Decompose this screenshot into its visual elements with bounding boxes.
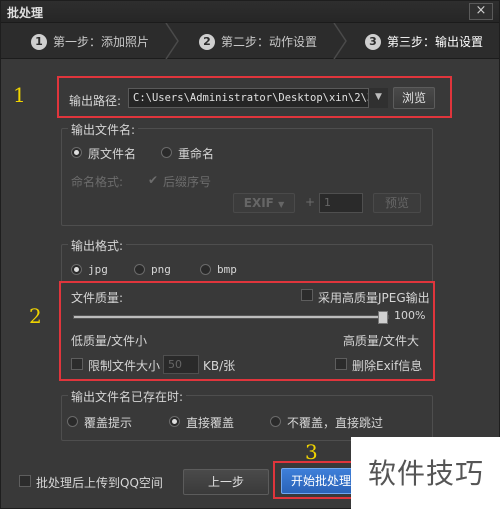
exif-label: EXIF — [243, 196, 274, 210]
low-quality-label: 低质量/文件小 — [71, 334, 148, 348]
bmp-label: bmp — [217, 263, 237, 276]
upload-qzone-label: 批处理后上传到QQ空间 — [36, 476, 163, 490]
chevron-down-icon: ▼ — [278, 200, 285, 209]
quality-slider-thumb[interactable] — [378, 311, 388, 324]
prompt-radio[interactable] — [67, 416, 78, 427]
annotation-2: 2 — [29, 304, 42, 328]
batch-dialog: 批处理 × 1 第一步：添加照片 2 第二步：动作设置 3 第三步：输出设置 1 输出… — [0, 0, 500, 509]
png-radio[interactable] — [134, 264, 145, 275]
previous-step-button[interactable]: 上一步 — [183, 469, 269, 495]
overwrite-label: 直接覆盖 — [186, 416, 235, 430]
hq-jpeg-checkbox[interactable] — [301, 289, 313, 301]
step-1[interactable]: 1 第一步：添加照片 — [31, 33, 149, 50]
rename-radio[interactable] — [161, 147, 172, 158]
overwrite-radio[interactable] — [169, 416, 180, 427]
skip-label: 不覆盖，直接跳过 — [287, 416, 384, 430]
step-3-number: 3 — [365, 33, 381, 50]
step-3[interactable]: 3 第三步：输出设置 — [365, 33, 483, 50]
png-label: png — [151, 263, 171, 276]
output-path-label: 输出路径: — [69, 94, 122, 108]
bmp-radio[interactable] — [200, 264, 211, 275]
original-name-label: 原文件名 — [88, 147, 137, 161]
quality-slider-fill — [74, 316, 388, 318]
quality-slider[interactable] — [73, 311, 389, 324]
start-batch-button[interactable]: 开始批处理 — [281, 468, 361, 494]
original-name-radio[interactable] — [71, 147, 82, 158]
filename-group-title: 输出文件名: — [68, 121, 139, 138]
hq-jpeg-label: 采用高质量JPEG输出 — [318, 291, 430, 305]
start-number-input[interactable]: 1 — [319, 193, 363, 213]
quality-percent: 100% — [394, 309, 426, 322]
check-icon[interactable]: ✔ — [148, 173, 158, 187]
limit-size-input[interactable]: 50 — [163, 355, 199, 374]
naming-format-label: 命名格式: — [71, 175, 124, 189]
limit-size-unit: KB/张 — [203, 359, 236, 373]
limit-size-checkbox[interactable] — [71, 358, 83, 370]
format-group-title: 输出格式: — [68, 237, 127, 254]
jpg-label: jpg — [88, 263, 108, 276]
strip-exif-label: 删除Exif信息 — [352, 359, 423, 373]
plus-label: + — [305, 195, 316, 209]
chevron-right-icon — [165, 23, 179, 59]
output-path-input[interactable]: C:\Users\Administrator\Desktop\xin\2\3\2 — [128, 88, 388, 108]
strip-exif-checkbox[interactable] — [335, 358, 347, 370]
step-1-label: 第一步：添加照片 — [53, 35, 150, 49]
step-3-label: 第三步：输出设置 — [387, 35, 484, 49]
window-title: 批处理 — [7, 6, 44, 20]
quality-label: 文件质量: — [71, 291, 124, 305]
jpg-radio[interactable] — [71, 264, 82, 275]
step-bar: 1 第一步：添加照片 2 第二步：动作设置 3 第三步：输出设置 — [1, 23, 499, 59]
skip-radio[interactable] — [270, 416, 281, 427]
step-1-number: 1 — [31, 33, 47, 50]
suffix-label: 后缀序号 — [163, 175, 212, 189]
rename-label: 重命名 — [178, 147, 215, 161]
title-bar: 批处理 × — [1, 1, 499, 23]
chevron-down-icon[interactable]: ▼ — [368, 88, 388, 108]
step-2-number: 2 — [199, 33, 215, 50]
exif-dropdown[interactable]: EXIF ▼ — [233, 193, 295, 213]
prompt-label: 覆盖提示 — [84, 416, 133, 430]
step-2[interactable]: 2 第二步：动作设置 — [199, 33, 317, 50]
step-2-label: 第二步：动作设置 — [221, 35, 318, 49]
high-quality-label: 高质量/文件大 — [343, 334, 420, 348]
watermark: 软件技巧 — [351, 437, 500, 509]
chevron-right-icon — [333, 23, 347, 59]
close-button[interactable]: × — [469, 3, 493, 20]
preview-button[interactable]: 预览 — [373, 193, 421, 213]
upload-qzone-checkbox[interactable] — [19, 475, 31, 487]
browse-button[interactable]: 浏览 — [393, 87, 435, 109]
annotation-1: 1 — [13, 83, 26, 107]
limit-size-label: 限制文件大小 — [88, 359, 161, 373]
exists-group-title: 输出文件名已存在时: — [68, 388, 187, 405]
